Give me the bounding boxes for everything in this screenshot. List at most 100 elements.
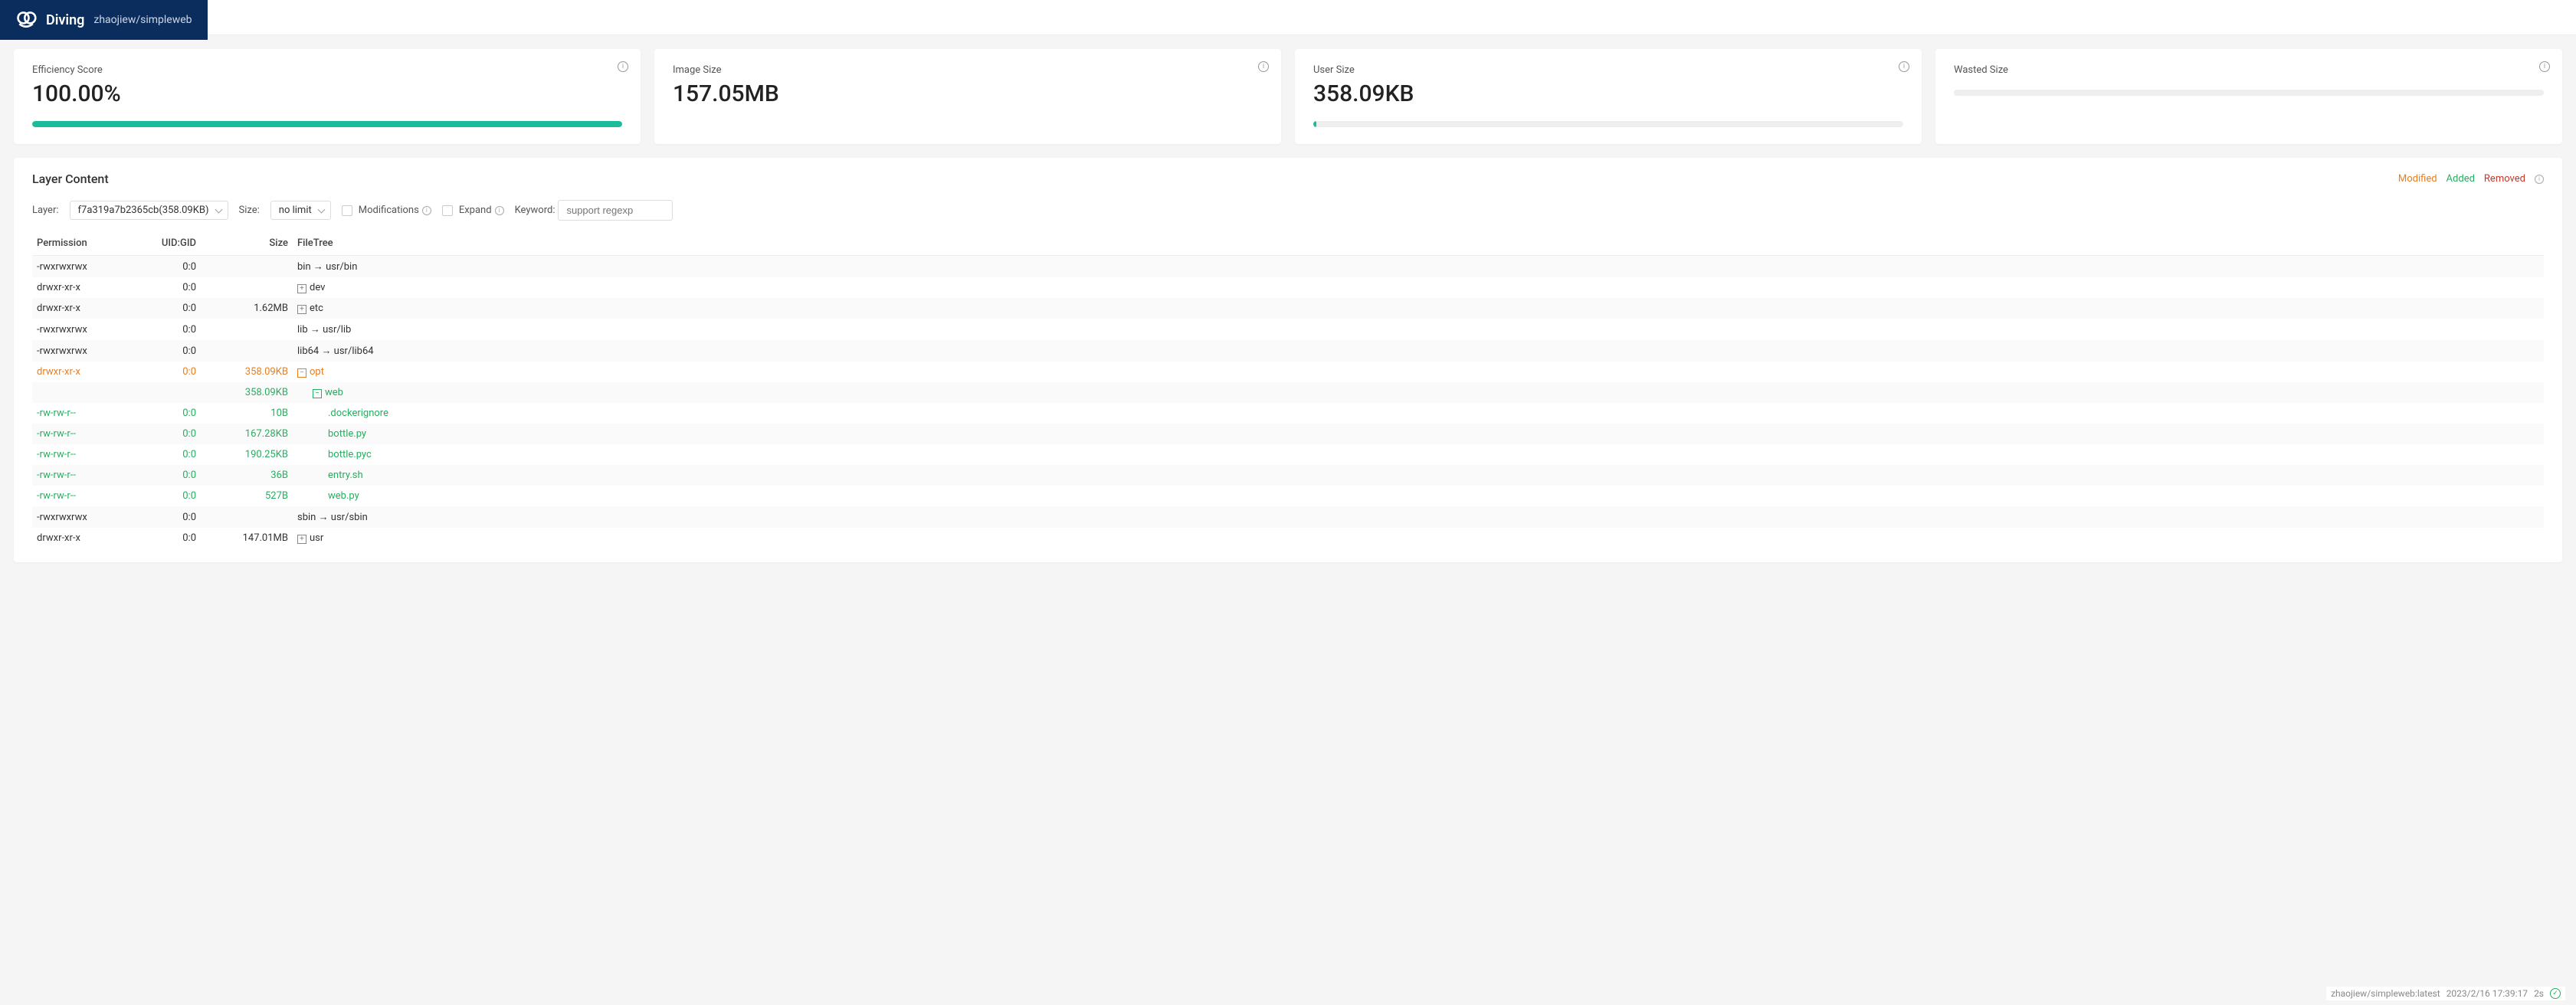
- cell-size: 167.28KB: [201, 424, 293, 444]
- cell-size: [201, 256, 293, 278]
- col-filetree: FileTree: [293, 231, 2544, 256]
- table-row[interactable]: -rw-rw-r--0:0167.28KBbottle.py: [32, 424, 2544, 444]
- cell-filetree: bottle.pyc: [293, 444, 2544, 465]
- info-icon[interactable]: i: [618, 61, 628, 72]
- status-timestamp: 2023/2/16 17:39:17: [2447, 988, 2528, 999]
- card-value: 100.00%: [32, 80, 622, 107]
- filetree-name: lib → usr/lib: [297, 324, 351, 336]
- card-title: Wasted Size: [1954, 64, 2544, 76]
- cell-uidgid: 0:0: [124, 277, 201, 298]
- cell-permission: -rw-rw-r--: [32, 403, 124, 424]
- card-value: 358.09KB: [1313, 80, 1903, 107]
- status-image-ref: zhaojiew/simpleweb:latest: [2331, 988, 2440, 999]
- table-row[interactable]: -rwxrwxrwx0:0 lib64 → usr/lib64: [32, 340, 2544, 362]
- card-title: User Size: [1313, 64, 1903, 76]
- cell-permission: -rw-rw-r--: [32, 465, 124, 486]
- table-row[interactable]: drwxr-xr-x0:0+dev: [32, 277, 2544, 298]
- cell-size: [201, 340, 293, 362]
- progress-bar: [1954, 90, 2544, 96]
- expand-checkbox[interactable]: [442, 205, 453, 216]
- table-row[interactable]: drwxr-xr-x0:0147.01MB+usr: [32, 528, 2544, 548]
- cell-filetree: sbin → usr/sbin: [293, 506, 2544, 528]
- filetree-name: opt: [310, 366, 324, 378]
- info-icon[interactable]: i: [1258, 61, 1269, 72]
- filetree-name: lib64 → usr/lib64: [297, 345, 374, 357]
- filetree-name: .dockerignore: [328, 408, 388, 419]
- filetree-name: bin → usr/bin: [297, 261, 357, 273]
- info-icon[interactable]: i: [495, 206, 504, 215]
- table-row[interactable]: -rw-rw-r--0:0527Bweb.py: [32, 486, 2544, 506]
- card-title: Efficiency Score: [32, 64, 622, 76]
- info-icon[interactable]: i: [2539, 61, 2550, 72]
- expand-icon[interactable]: +: [297, 305, 306, 314]
- cell-uidgid: 0:0: [124, 298, 201, 319]
- size-select[interactable]: no limit: [270, 201, 331, 220]
- modifications-checkbox[interactable]: [342, 205, 352, 216]
- cell-permission: -rwxrwxrwx: [32, 340, 124, 362]
- cell-permission: -rwxrwxrwx: [32, 319, 124, 340]
- cell-size: 36B: [201, 465, 293, 486]
- cell-permission: [32, 382, 124, 403]
- cell-size: 358.09KB: [201, 382, 293, 403]
- cell-permission: -rw-rw-r--: [32, 444, 124, 465]
- progress-bar: [32, 121, 622, 127]
- summary-cards: i Efficiency Score 100.00% i Image Size …: [14, 49, 2562, 144]
- table-row[interactable]: 358.09KB−web: [32, 382, 2544, 403]
- collapse-icon[interactable]: −: [297, 368, 306, 378]
- cell-uidgid: 0:0: [124, 362, 201, 382]
- cell-size: [201, 506, 293, 528]
- keyword-input[interactable]: [558, 200, 673, 221]
- cell-uidgid: 0:0: [124, 444, 201, 465]
- collapse-icon[interactable]: −: [313, 389, 322, 398]
- cell-permission: drwxr-xr-x: [32, 298, 124, 319]
- cell-permission: -rw-rw-r--: [32, 424, 124, 444]
- keyword-label: Keyword:: [515, 205, 556, 216]
- panel-title: Layer Content: [32, 172, 109, 186]
- layer-select[interactable]: f7a319a7b2365cb(358.09KB): [70, 201, 228, 220]
- expand-icon[interactable]: +: [297, 535, 306, 544]
- table-row[interactable]: drwxr-xr-x0:01.62MB+etc: [32, 298, 2544, 319]
- cell-uidgid: 0:0: [124, 319, 201, 340]
- diving-logo-icon: [15, 9, 37, 31]
- card-image-size: i Image Size 157.05MB: [654, 49, 1281, 144]
- table-row[interactable]: -rwxrwxrwx0:0sbin → usr/sbin: [32, 506, 2544, 528]
- cell-size: 358.09KB: [201, 362, 293, 382]
- cell-filetree: +etc: [293, 298, 2544, 319]
- filetree-name: dev: [310, 282, 325, 293]
- cell-size: 147.01MB: [201, 528, 293, 548]
- table-row[interactable]: -rw-rw-r--0:0190.25KBbottle.pyc: [32, 444, 2544, 465]
- cell-uidgid: 0:0: [124, 528, 201, 548]
- info-icon[interactable]: i: [2535, 175, 2544, 184]
- filetree-name: bottle.py: [328, 428, 366, 440]
- info-icon[interactable]: i: [422, 206, 431, 215]
- cell-permission: drwxr-xr-x: [32, 362, 124, 382]
- table-row[interactable]: drwxr-xr-x0:0358.09KB−opt: [32, 362, 2544, 382]
- cell-permission: -rw-rw-r--: [32, 486, 124, 506]
- expand-icon[interactable]: +: [297, 284, 306, 293]
- legend-added: Added: [2447, 173, 2475, 185]
- table-row[interactable]: -rwxrwxrwx0:0bin → usr/bin: [32, 256, 2544, 278]
- progress-bar: [1313, 121, 1903, 127]
- cell-filetree: + dev: [293, 277, 2544, 298]
- cell-filetree: web.py: [293, 486, 2544, 506]
- filetree-name: usr: [310, 532, 323, 544]
- cell-size: 527B: [201, 486, 293, 506]
- card-efficiency: i Efficiency Score 100.00%: [14, 49, 641, 144]
- table-row[interactable]: -rw-rw-r--0:010B.dockerignore: [32, 403, 2544, 424]
- legend-removed: Removed: [2484, 173, 2525, 185]
- status-elapsed: 2s: [2534, 988, 2544, 999]
- card-wasted-size: i Wasted Size: [1935, 49, 2562, 144]
- repo-name: zhaojiew/simpleweb: [93, 14, 192, 26]
- table-row[interactable]: -rwxrwxrwx0:0 lib → usr/lib: [32, 319, 2544, 340]
- table-row[interactable]: -rw-rw-r--0:036Bentry.sh: [32, 465, 2544, 486]
- cell-filetree: bin → usr/bin: [293, 256, 2544, 278]
- cell-uidgid: [124, 382, 201, 403]
- app-name: Diving: [46, 12, 84, 28]
- cell-filetree: .dockerignore: [293, 403, 2544, 424]
- app-header: Diving zhaojiew/simpleweb: [0, 0, 208, 40]
- file-tree-table: Permission UID:GID Size FileTree -rwxrwx…: [32, 231, 2544, 548]
- col-size: Size: [201, 231, 293, 256]
- info-icon[interactable]: i: [1899, 61, 1909, 72]
- cell-uidgid: 0:0: [124, 340, 201, 362]
- cell-filetree: lib → usr/lib: [293, 319, 2544, 340]
